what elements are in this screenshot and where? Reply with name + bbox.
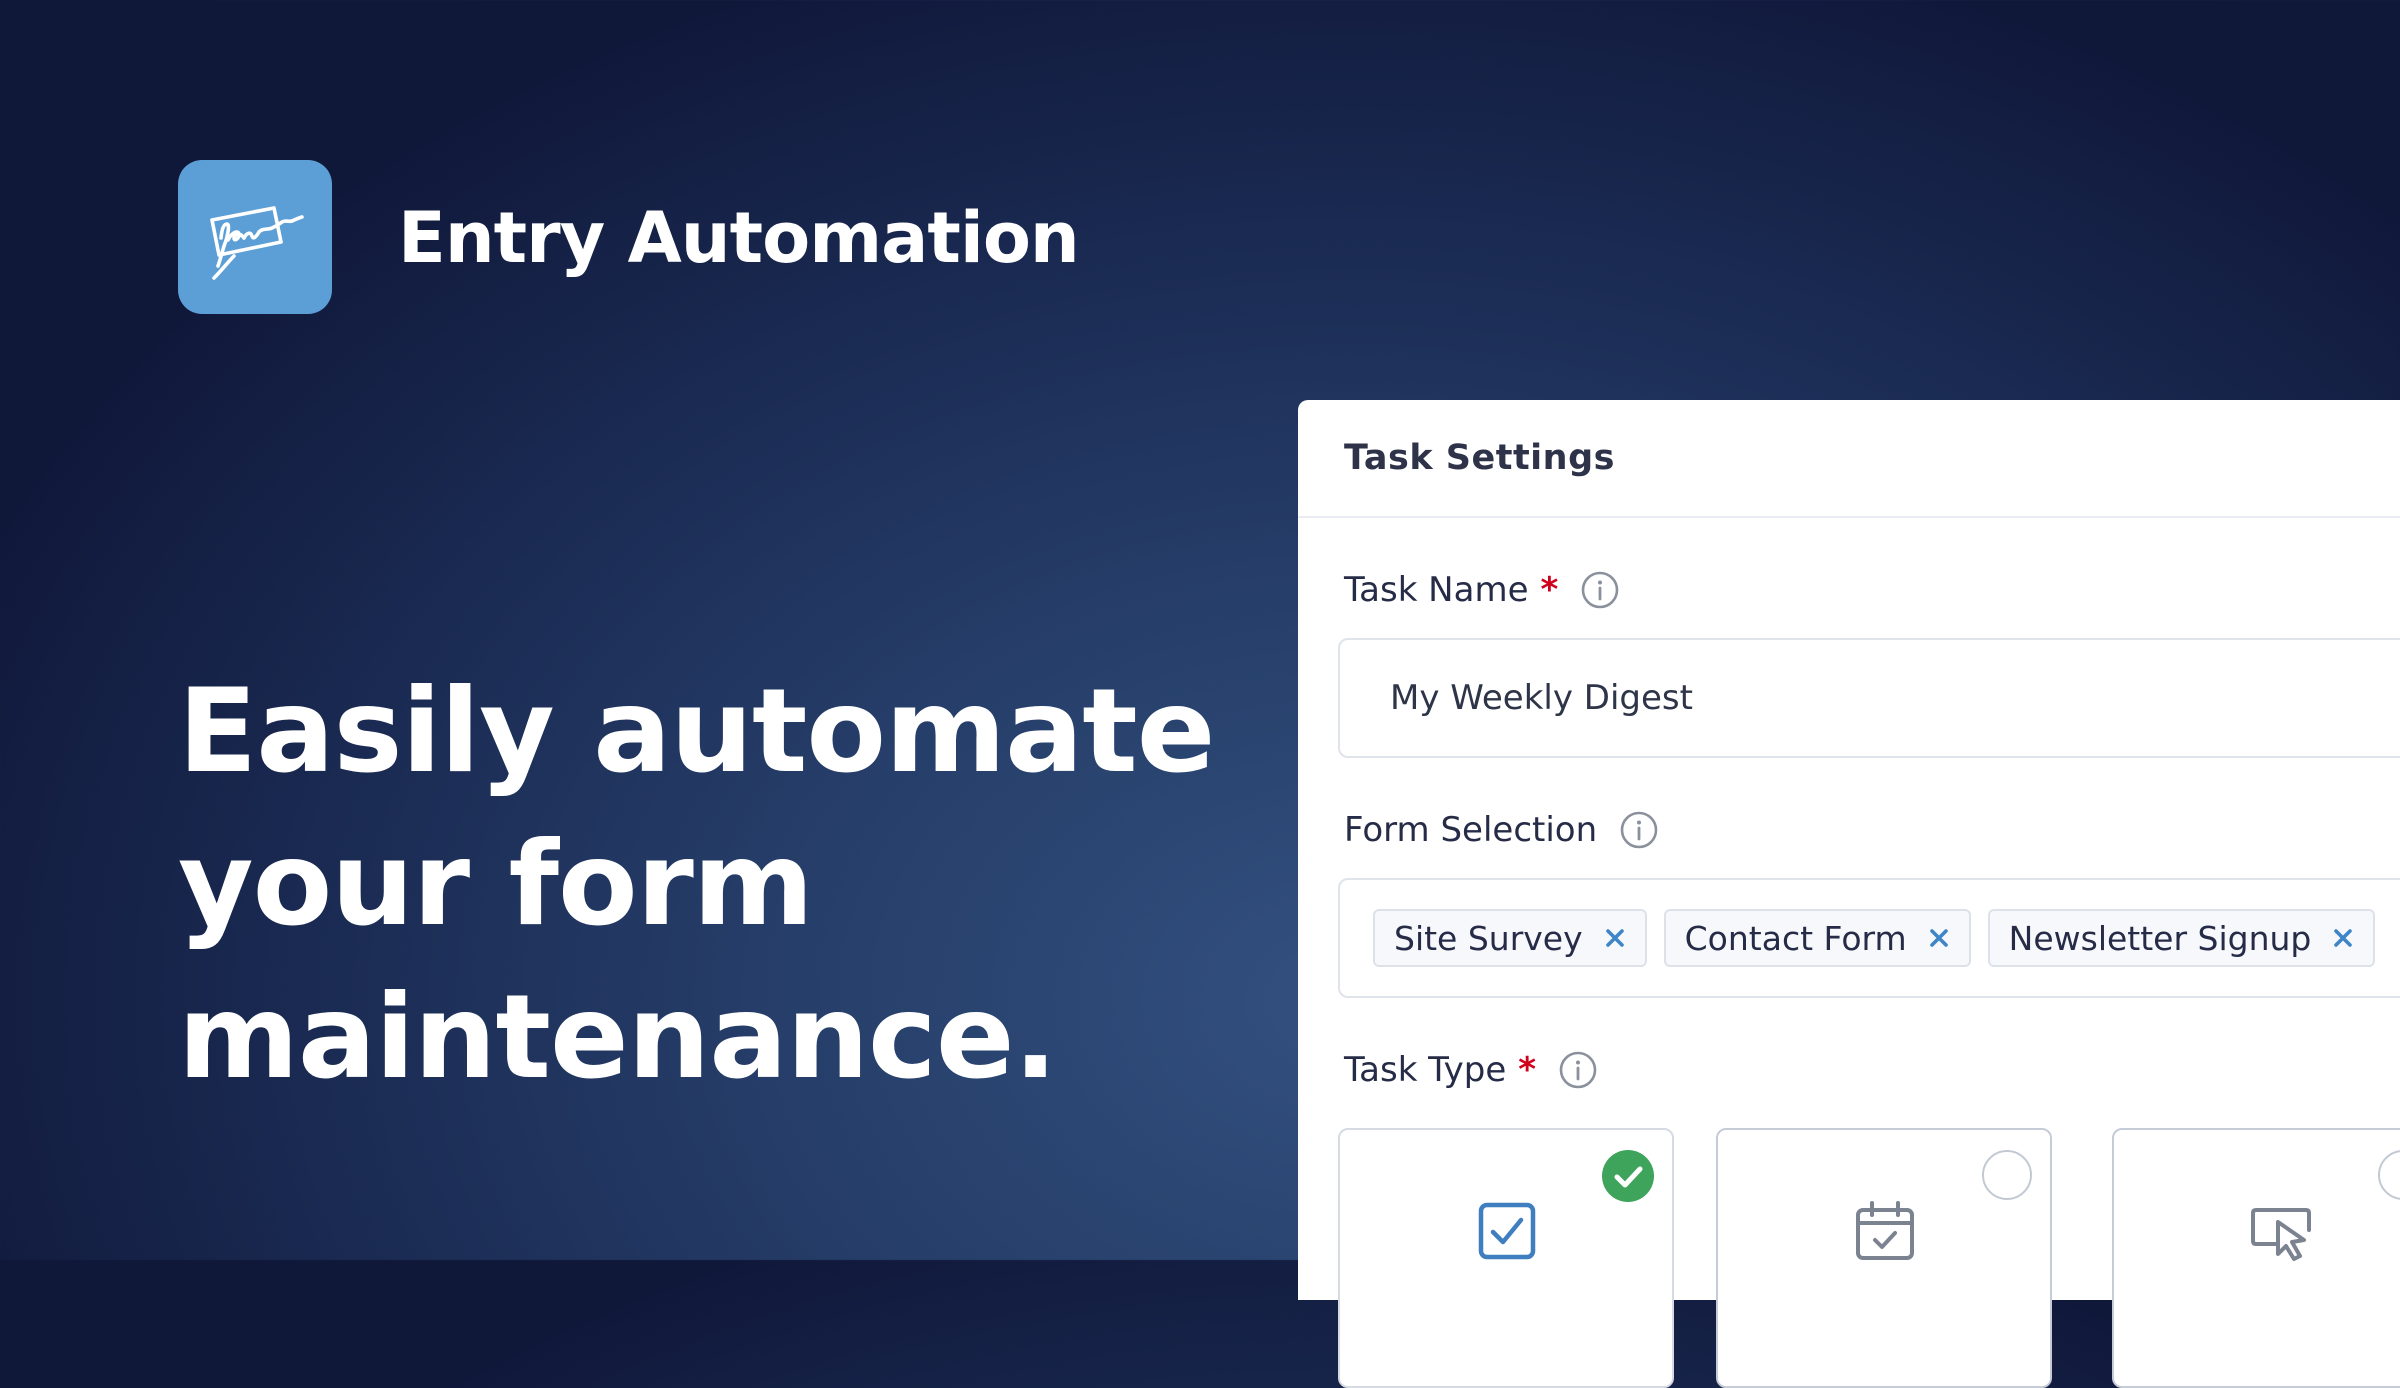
close-icon[interactable] [1603, 926, 1627, 950]
check-circle-icon [1602, 1150, 1654, 1202]
task-type-option-scheduled[interactable] [1716, 1128, 2052, 1388]
chip-label: Newsletter Signup [2008, 918, 2312, 958]
task-name-label-row: Task Name * [1344, 570, 1620, 610]
close-icon[interactable] [2331, 926, 2355, 950]
headline-line-3: maintenance. [178, 970, 1058, 1105]
headline-line-2: your form [178, 817, 814, 952]
form-selection-field[interactable]: Site Survey Contact Form Newsletter Sign… [1338, 878, 2400, 998]
calendar-check-icon [1852, 1198, 1918, 1264]
form-selection-label: Form Selection [1344, 810, 1598, 850]
form-chip: Newsletter Signup [1987, 909, 2376, 967]
radio-unselected [2378, 1150, 2400, 1200]
checkbox-checked-icon [1474, 1198, 1540, 1264]
info-icon[interactable] [1558, 1050, 1598, 1090]
signature-icon [210, 206, 304, 280]
info-icon[interactable] [1619, 810, 1659, 850]
task-settings-panel: Task Settings Task Name * Form Selection… [1298, 400, 2400, 1388]
task-type-option-manual[interactable] [2112, 1128, 2400, 1388]
panel-title: Task Settings [1344, 438, 1615, 478]
headline: Easily automate your form maintenance. [178, 655, 1228, 1114]
chip-label: Site Survey [1394, 918, 1583, 958]
task-name-input[interactable] [1338, 638, 2400, 758]
form-selection-label-row: Form Selection [1344, 810, 1659, 850]
close-icon[interactable] [1927, 926, 1951, 950]
chip-label: Contact Form [1684, 918, 1907, 958]
required-asterisk: * [1518, 1050, 1537, 1090]
cursor-click-icon [2248, 1198, 2314, 1264]
panel-header: Task Settings [1298, 400, 2400, 518]
headline-line-1: Easily automate [178, 664, 1215, 799]
brand-logo [178, 160, 332, 314]
required-asterisk: * [1540, 570, 1559, 610]
form-chip: Contact Form [1663, 909, 1971, 967]
form-chip: Site Survey [1373, 909, 1647, 967]
radio-unselected [1982, 1150, 2032, 1200]
task-name-label: Task Name [1344, 570, 1529, 610]
brand-name: Entry Automation [398, 197, 1080, 279]
task-type-label-row: Task Type * [1344, 1050, 1598, 1090]
info-icon[interactable] [1580, 570, 1620, 610]
task-type-label: Task Type [1344, 1050, 1507, 1090]
task-type-option-selected[interactable] [1338, 1128, 1674, 1388]
